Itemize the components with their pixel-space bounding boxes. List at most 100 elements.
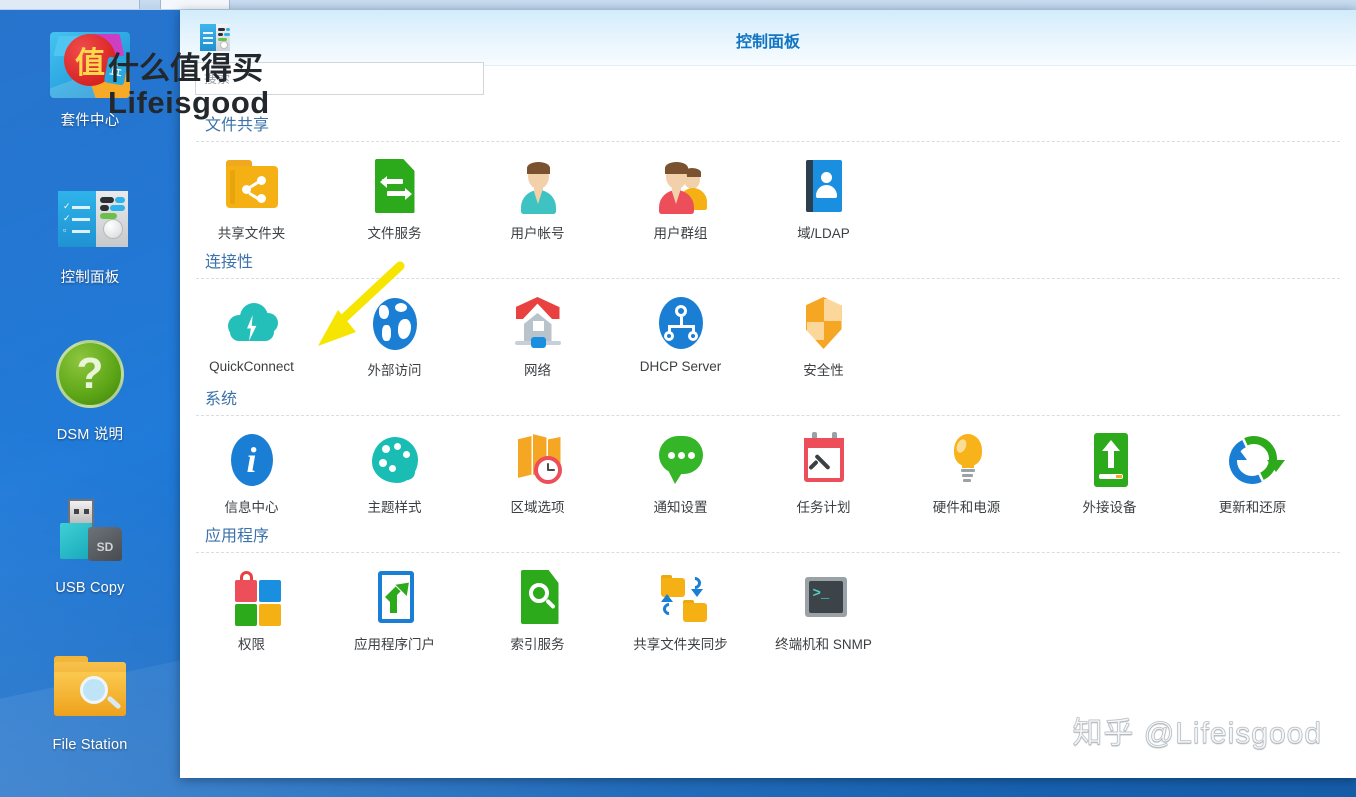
- cp-item-label: 用户帐号: [510, 226, 565, 241]
- cp-item-dhcp-server[interactable]: DHCP Server: [609, 293, 752, 379]
- browser-tab-strip: [0, 0, 1356, 10]
- cp-item-user-account[interactable]: 用户帐号: [466, 156, 609, 242]
- section-items: 权限 应用程序门户 索引服务 共享文件夹同步 >_ 终端机和 SNMP: [180, 553, 1356, 653]
- cp-item-label: 任务计划: [796, 500, 851, 515]
- cp-item-task-scheduler[interactable]: 任务计划: [752, 430, 895, 516]
- cp-item-hardware-power[interactable]: 硬件和电源: [895, 430, 1038, 516]
- user-group-icon: [651, 156, 711, 216]
- cp-item-info-center[interactable]: i 信息中心: [180, 430, 323, 516]
- application-portal-icon: [365, 567, 425, 627]
- desktop-icon-label: 套件中心: [60, 113, 120, 129]
- network-house-icon: [508, 293, 568, 353]
- desktop-icon-package-center[interactable]: 值 丘 套件中心: [0, 18, 180, 175]
- desktop-icon-column: 值 丘 套件中心 ✓ ✓ ▫ 控制面板 ? DSM 说明 SD USB Copy…: [0, 18, 180, 797]
- cp-item-shared-folder-sync[interactable]: 共享文件夹同步: [609, 567, 752, 653]
- cp-item-label: 网络: [524, 363, 551, 378]
- notification-bubble-icon: [651, 430, 711, 490]
- cp-item-terminal-snmp[interactable]: >_ 终端机和 SNMP: [752, 567, 895, 653]
- desktop-icon-label: DSM 说明: [56, 427, 124, 443]
- folder-search-icon: [48, 646, 132, 730]
- cp-item-label: 外部访问: [367, 363, 422, 378]
- cp-item-label: 信息中心: [224, 500, 279, 515]
- theme-palette-icon: [365, 430, 425, 490]
- search-row: [195, 62, 484, 95]
- cp-item-privileges[interactable]: 权限: [180, 567, 323, 653]
- desktop-icon-dsm-help[interactable]: ? DSM 说明: [0, 332, 180, 489]
- cp-item-label: 文件服务: [367, 226, 422, 241]
- search-input[interactable]: [195, 62, 484, 95]
- cp-item-label: 安全性: [803, 363, 844, 378]
- cp-item-external-devices[interactable]: 外接设备: [1038, 430, 1181, 516]
- cp-item-notification[interactable]: 通知设置: [609, 430, 752, 516]
- terminal-snmp-icon: >_: [794, 567, 854, 627]
- section-system: 系统 i 信息中心 主题样式 区域选项 通知设置 任务计划 硬件和电源 外接设备…: [180, 379, 1356, 516]
- section-title: 系统: [205, 391, 238, 408]
- update-restore-icon: [1222, 429, 1285, 491]
- section-items: QuickConnect 外部访问 网络 DHCP Server 安全性: [180, 279, 1356, 379]
- quickconnect-cloud-icon: [222, 293, 282, 353]
- cp-item-label: 终端机和 SNMP: [775, 637, 872, 652]
- cp-item-label: 权限: [238, 637, 265, 652]
- cp-item-theme[interactable]: 主题样式: [323, 430, 466, 516]
- section-items: i 信息中心 主题样式 区域选项 通知设置 任务计划 硬件和电源 外接设备 更新…: [180, 416, 1356, 516]
- task-scheduler-icon: [794, 430, 854, 490]
- page-title: 控制面板: [735, 34, 800, 51]
- cp-item-network[interactable]: 网络: [466, 293, 609, 379]
- info-center-icon: i: [222, 430, 282, 490]
- control-panel-content: 文件共享 共享文件夹 文件服务 用户帐号 用户群组 域/LDAP 连接性 Qui…: [180, 105, 1356, 778]
- cp-item-label: QuickConnect: [209, 359, 294, 374]
- cp-item-indexing-service[interactable]: 索引服务: [466, 567, 609, 653]
- cp-item-label: 外接设备: [1082, 500, 1137, 515]
- desktop-icon-usb-copy[interactable]: SD USB Copy: [0, 489, 180, 646]
- desktop-icon-label: File Station: [52, 737, 128, 753]
- usb-sd-icon: SD: [48, 489, 132, 573]
- cp-item-label: 索引服务: [510, 637, 565, 652]
- cp-item-security[interactable]: 安全性: [752, 293, 895, 379]
- browser-tab-1[interactable]: [0, 0, 140, 9]
- indexing-service-icon: [508, 567, 568, 627]
- shared-folder-icon: [222, 156, 282, 216]
- cp-item-shared-folder[interactable]: 共享文件夹: [180, 156, 323, 242]
- desktop-icon-control-panel[interactable]: ✓ ✓ ▫ 控制面板: [0, 175, 180, 332]
- domain-ldap-icon: [794, 156, 854, 216]
- cp-item-file-service[interactable]: 文件服务: [323, 156, 466, 242]
- cp-item-label: 硬件和电源: [932, 500, 1001, 515]
- cp-item-user-group[interactable]: 用户群组: [609, 156, 752, 242]
- dhcp-server-icon: [651, 293, 711, 353]
- section-title: 文件共享: [205, 117, 270, 134]
- section-connectivity: 连接性 QuickConnect 外部访问 网络 DHCP Server 安全性: [180, 242, 1356, 379]
- cp-item-domain-ldap[interactable]: 域/LDAP: [752, 156, 895, 242]
- control-panel-titlebar: 控制面板: [180, 10, 1356, 66]
- cp-item-label: 通知设置: [653, 500, 708, 515]
- cp-item-external-access[interactable]: 外部访问: [323, 293, 466, 379]
- desktop-icon-label: USB Copy: [55, 580, 125, 596]
- cp-item-label: 用户群组: [653, 226, 708, 241]
- privileges-icon: [222, 567, 282, 627]
- shared-folder-sync-icon: [651, 567, 711, 627]
- control-panel-icon: ✓ ✓ ▫: [48, 175, 132, 259]
- cp-item-label: DHCP Server: [639, 359, 722, 374]
- cp-item-label: 区域选项: [510, 500, 565, 515]
- external-devices-icon: [1080, 430, 1140, 490]
- help-question-icon: ?: [48, 332, 132, 416]
- cp-item-label: 更新和还原: [1218, 500, 1287, 515]
- desktop-icon-label: 控制面板: [60, 270, 120, 286]
- cp-item-regional-options[interactable]: 区域选项: [466, 430, 609, 516]
- cp-item-quickconnect[interactable]: QuickConnect: [180, 293, 323, 379]
- regional-options-icon: [508, 430, 568, 490]
- file-service-icon: [365, 156, 425, 216]
- control-panel-window: 控制面板 文件共享 共享文件夹: [180, 10, 1356, 778]
- browser-tab-2[interactable]: [160, 0, 230, 9]
- cp-item-label: 共享文件夹: [217, 226, 286, 241]
- cp-item-application-portal[interactable]: 应用程序门户: [323, 567, 466, 653]
- cp-item-label: 共享文件夹同步: [633, 637, 728, 652]
- section-file-sharing: 文件共享 共享文件夹 文件服务 用户帐号 用户群组 域/LDAP: [180, 105, 1356, 242]
- package-center-icon: 值 丘: [48, 18, 132, 102]
- cp-item-update-restore[interactable]: 更新和还原: [1181, 429, 1324, 516]
- hardware-power-bulb-icon: [937, 430, 997, 490]
- desktop-icon-file-station[interactable]: File Station: [0, 646, 180, 797]
- section-title: 应用程序: [205, 528, 270, 545]
- section-items: 共享文件夹 文件服务 用户帐号 用户群组 域/LDAP: [180, 142, 1356, 242]
- security-shield-icon: [794, 293, 854, 353]
- cp-item-label: 主题样式: [367, 500, 422, 515]
